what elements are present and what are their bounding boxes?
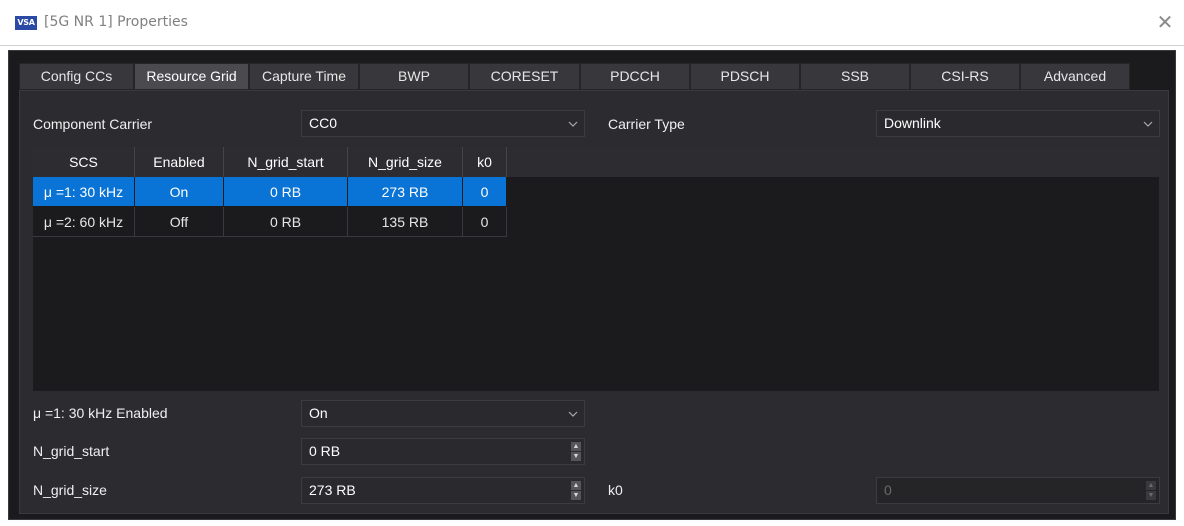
carrier-type-label: Carrier Type — [608, 116, 685, 132]
cell-scs: μ =1: 30 kHz — [33, 177, 135, 207]
stepper-down-icon: ▼ — [1146, 491, 1156, 500]
column-header-n-grid-start[interactable]: N_grid_start — [224, 147, 348, 177]
properties-window: Config CCs Resource Grid Capture Time BW… — [8, 50, 1176, 520]
cell-scs: μ =2: 60 kHz — [33, 207, 135, 237]
window-title: [5G NR 1] Properties — [44, 14, 188, 30]
tab-capture-time[interactable]: Capture Time — [249, 63, 359, 90]
chevron-down-icon — [1143, 121, 1153, 127]
tab-advanced[interactable]: Advanced — [1020, 63, 1130, 90]
table-header: SCS Enabled N_grid_start N_grid_size k0 — [33, 147, 1159, 177]
column-header-scs[interactable]: SCS — [33, 147, 135, 177]
k0-label: k0 — [608, 482, 623, 498]
stepper-down-icon[interactable]: ▼ — [571, 491, 581, 500]
carrier-type-dropdown[interactable]: Downlink — [876, 110, 1160, 137]
tab-coreset[interactable]: CORESET — [469, 63, 580, 90]
n-grid-start-stepper[interactable]: 0 RB ▲ ▼ — [301, 438, 585, 465]
k0-stepper: 0 ▲ ▼ — [876, 477, 1160, 504]
cell-n-grid-size: 135 RB — [348, 207, 463, 237]
n-grid-size-label: N_grid_size — [33, 482, 107, 498]
stepper-buttons: ▲ ▼ — [571, 442, 581, 461]
stepper-buttons: ▲ ▼ — [571, 481, 581, 500]
chevron-down-icon — [568, 411, 578, 417]
cell-k0: 0 — [463, 177, 507, 207]
component-carrier-value: CC0 — [309, 115, 338, 131]
cell-enabled: On — [135, 177, 224, 207]
column-header-k0[interactable]: k0 — [463, 147, 507, 177]
tab-csi-rs[interactable]: CSI-RS — [910, 63, 1020, 90]
cell-enabled: Off — [135, 207, 224, 237]
column-header-n-grid-size[interactable]: N_grid_size — [348, 147, 463, 177]
stepper-down-icon[interactable]: ▼ — [571, 452, 581, 461]
n-grid-size-value: 273 RB — [309, 482, 356, 498]
cell-n-grid-start: 0 RB — [224, 177, 348, 207]
close-icon[interactable]: ✕ — [1153, 10, 1177, 34]
n-grid-start-label: N_grid_start — [33, 443, 110, 459]
enabled-dropdown[interactable]: On — [301, 400, 585, 427]
tab-resource-grid[interactable]: Resource Grid — [134, 63, 249, 90]
title-bar: VSA [5G NR 1] Properties ✕ — [0, 0, 1184, 46]
tab-bwp[interactable]: BWP — [359, 63, 469, 90]
stepper-up-icon[interactable]: ▲ — [571, 481, 581, 490]
component-carrier-dropdown[interactable]: CC0 — [301, 110, 585, 137]
stepper-up-icon[interactable]: ▲ — [571, 442, 581, 451]
enabled-value: On — [309, 405, 328, 421]
resource-grid-panel: Component Carrier CC0 Carrier Type Downl… — [19, 90, 1169, 514]
component-carrier-label: Component Carrier — [33, 116, 153, 132]
column-header-enabled[interactable]: Enabled — [135, 147, 224, 177]
tab-pdcch[interactable]: PDCCH — [580, 63, 690, 90]
carrier-type-value: Downlink — [884, 115, 941, 131]
cell-n-grid-size: 273 RB — [348, 177, 463, 207]
n-grid-start-value: 0 RB — [309, 443, 341, 459]
cell-k0: 0 — [463, 207, 507, 237]
tab-ssb[interactable]: SSB — [800, 63, 910, 90]
k0-value: 0 — [884, 482, 892, 498]
tab-pdsch[interactable]: PDSCH — [690, 63, 800, 90]
scs-grid-table: SCS Enabled N_grid_start N_grid_size k0 … — [33, 147, 1159, 391]
tab-config-ccs[interactable]: Config CCs — [19, 63, 134, 90]
chevron-down-icon — [568, 121, 578, 127]
app-icon: VSA — [15, 16, 37, 30]
stepper-buttons: ▲ ▼ — [1146, 481, 1156, 500]
n-grid-size-stepper[interactable]: 273 RB ▲ ▼ — [301, 477, 585, 504]
cell-n-grid-start: 0 RB — [224, 207, 348, 237]
enabled-setting-label: μ =1: 30 kHz Enabled — [33, 405, 168, 421]
stepper-up-icon: ▲ — [1146, 481, 1156, 490]
tab-bar: Config CCs Resource Grid Capture Time BW… — [19, 63, 1130, 90]
